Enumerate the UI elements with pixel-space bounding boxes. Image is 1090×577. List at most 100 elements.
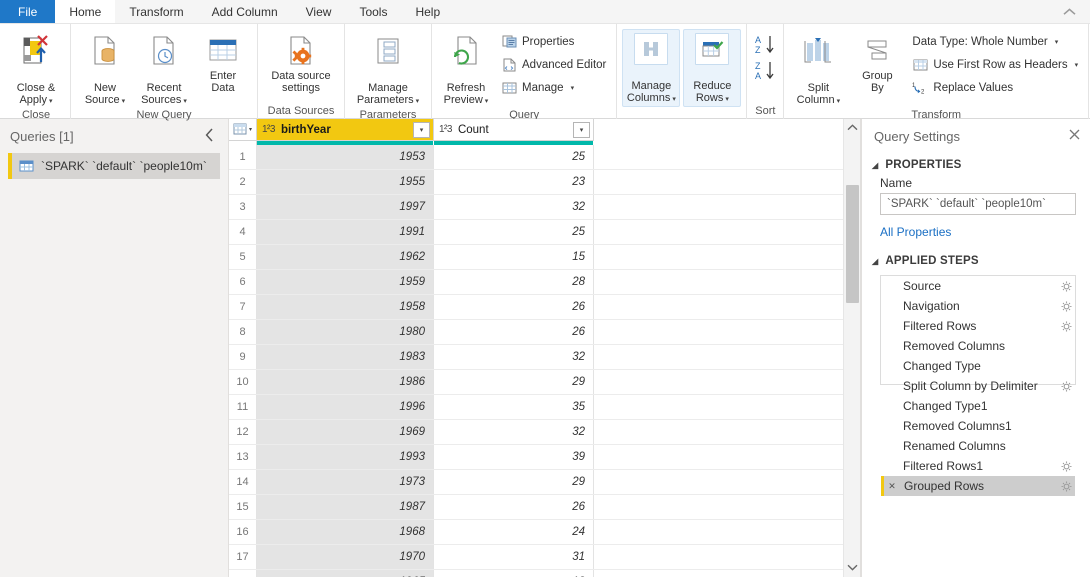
vertical-scrollbar[interactable] <box>843 119 860 577</box>
properties-button[interactable]: Properties <box>496 31 611 52</box>
manage-columns-button[interactable]: Manage Columns ▾ <box>622 29 681 107</box>
row-number[interactable]: 14 <box>229 470 257 494</box>
gear-icon[interactable] <box>1057 281 1075 292</box>
table-row[interactable]: 2 1955 23 <box>229 170 843 195</box>
reduce-rows-button[interactable]: Reduce Rows ▾ <box>683 29 742 107</box>
row-number[interactable]: 11 <box>229 395 257 419</box>
cell-count[interactable]: 29 <box>434 470 594 494</box>
gear-icon[interactable] <box>1057 381 1075 392</box>
tab-file[interactable]: File <box>0 0 56 23</box>
gear-icon[interactable] <box>1057 461 1075 472</box>
table-row[interactable]: 4 1991 25 <box>229 220 843 245</box>
tab-add-column[interactable]: Add Column <box>197 0 292 23</box>
row-number[interactable]: 8 <box>229 320 257 344</box>
manage-button[interactable]: Manage ▾ <box>496 77 611 98</box>
tab-help[interactable]: Help <box>401 0 455 23</box>
cell-birthyear[interactable]: 1965 <box>257 570 434 577</box>
cell-count[interactable]: 18 <box>434 570 594 577</box>
table-row[interactable]: 3 1997 32 <box>229 195 843 220</box>
caret-icon[interactable]: ▾ <box>725 96 729 103</box>
caret-icon[interactable]: ▾ <box>249 126 252 133</box>
close-and-apply-button[interactable]: Close & Apply ▾ <box>7 29 65 109</box>
sort-descending-icon[interactable]: Z A <box>752 59 778 83</box>
filter-dropdown-count[interactable]: ▾ <box>573 121 590 138</box>
column-header-birthyear[interactable]: 1²3 birthYear ▾ <box>257 119 434 141</box>
use-first-row-as-headers-button[interactable]: Use First Row as Headers ▾ <box>907 54 1083 75</box>
tab-home[interactable]: Home <box>55 0 116 23</box>
gear-icon[interactable] <box>1057 301 1075 312</box>
table-row[interactable]: 6 1959 28 <box>229 270 843 295</box>
table-row[interactable]: 9 1983 32 <box>229 345 843 370</box>
delete-step-icon[interactable]: ✕ <box>885 481 899 492</box>
cell-birthyear[interactable]: 1970 <box>257 545 434 569</box>
caret-icon[interactable]: ▾ <box>1055 38 1059 46</box>
properties-section-header[interactable]: ◢ PROPERTIES <box>862 153 1090 175</box>
table-row[interactable]: 1 1953 25 <box>229 145 843 170</box>
applied-steps-section-header[interactable]: ◢ APPLIED STEPS <box>862 243 1090 271</box>
table-row[interactable]: 11 1996 35 <box>229 395 843 420</box>
row-number[interactable]: 4 <box>229 220 257 244</box>
cell-count[interactable]: 32 <box>434 420 594 444</box>
tab-transform[interactable]: Transform <box>115 0 198 23</box>
cell-count[interactable]: 26 <box>434 295 594 319</box>
table-row[interactable]: 8 1980 26 <box>229 320 843 345</box>
table-row[interactable]: 18196518 <box>229 570 843 577</box>
data-type-button[interactable]: Data Type: Whole Number ▾ <box>907 31 1083 52</box>
row-number[interactable]: 12 <box>229 420 257 444</box>
cell-birthyear[interactable]: 1959 <box>257 270 434 294</box>
applied-step[interactable]: Changed Type1 <box>881 396 1075 416</box>
cell-count[interactable]: 39 <box>434 445 594 469</box>
cell-count[interactable]: 23 <box>434 170 594 194</box>
cell-birthyear[interactable]: 1953 <box>257 145 434 169</box>
select-all-table-icon[interactable]: ▾ <box>229 119 257 141</box>
table-row[interactable]: 7 1958 26 <box>229 295 843 320</box>
cell-birthyear[interactable]: 1991 <box>257 220 434 244</box>
cell-count[interactable]: 26 <box>434 495 594 519</box>
group-by-button[interactable]: Group By <box>848 29 906 95</box>
enter-data-button[interactable]: Enter Data <box>194 29 252 95</box>
cell-count[interactable]: 32 <box>434 345 594 369</box>
cell-birthyear[interactable]: 1968 <box>257 520 434 544</box>
applied-step[interactable]: ✕ Grouped Rows <box>881 476 1075 496</box>
caret-icon[interactable]: ▾ <box>122 98 126 105</box>
row-number[interactable]: 16 <box>229 520 257 544</box>
filter-dropdown-birthyear[interactable]: ▾ <box>413 121 430 138</box>
tab-tools[interactable]: Tools <box>345 0 402 23</box>
caret-icon[interactable]: ▾ <box>485 98 489 105</box>
chevron-up-icon[interactable] <box>1056 0 1082 24</box>
chevron-up-icon[interactable] <box>847 123 858 133</box>
row-number[interactable]: 17 <box>229 545 257 569</box>
cell-count[interactable]: 28 <box>434 270 594 294</box>
table-row[interactable]: 15 1987 26 <box>229 495 843 520</box>
chevron-down-icon[interactable] <box>847 563 858 573</box>
gear-icon[interactable] <box>1057 481 1075 492</box>
table-row[interactable]: 13 1993 39 <box>229 445 843 470</box>
split-column-button[interactable]: Split Column ▾ <box>789 29 847 109</box>
row-number[interactable]: 15 <box>229 495 257 519</box>
cell-birthyear[interactable]: 1973 <box>257 470 434 494</box>
data-source-settings-button[interactable]: Data source settings <box>263 29 339 95</box>
row-number[interactable]: 10 <box>229 370 257 394</box>
applied-step[interactable]: Source <box>881 276 1075 296</box>
new-source-button[interactable]: New Source ▾ <box>76 29 134 109</box>
cell-birthyear[interactable]: 1969 <box>257 420 434 444</box>
recent-sources-button[interactable]: Recent Sources ▾ <box>135 29 193 109</box>
cell-count[interactable]: 35 <box>434 395 594 419</box>
refresh-preview-button[interactable]: Refresh Preview ▾ <box>437 29 495 109</box>
row-number[interactable]: 5 <box>229 245 257 269</box>
applied-step[interactable]: Filtered Rows1 <box>881 456 1075 476</box>
tab-view[interactable]: View <box>291 0 346 23</box>
cell-count[interactable]: 31 <box>434 545 594 569</box>
table-row[interactable]: 12 1969 32 <box>229 420 843 445</box>
column-header-count[interactable]: 1²3 Count ▾ <box>434 119 594 141</box>
table-row[interactable]: 5 1962 15 <box>229 245 843 270</box>
cell-count[interactable]: 24 <box>434 520 594 544</box>
applied-step[interactable]: Renamed Columns <box>881 436 1075 456</box>
cell-birthyear[interactable]: 1980 <box>257 320 434 344</box>
cell-birthyear[interactable]: 1993 <box>257 445 434 469</box>
row-number[interactable]: 13 <box>229 445 257 469</box>
cell-birthyear[interactable]: 1962 <box>257 245 434 269</box>
cell-count[interactable]: 26 <box>434 320 594 344</box>
table-row[interactable]: 10 1986 29 <box>229 370 843 395</box>
all-properties-link[interactable]: All Properties <box>862 215 1090 243</box>
